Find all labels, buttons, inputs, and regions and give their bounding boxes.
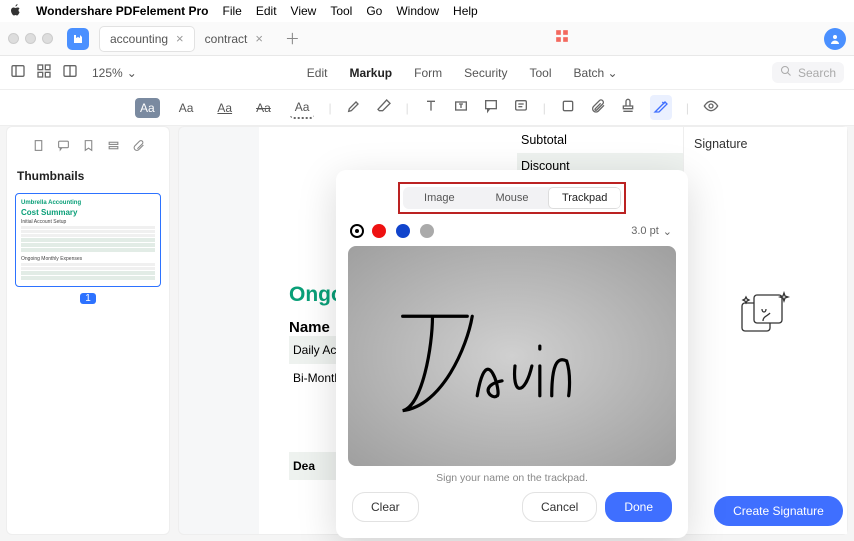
signature-panel-title: Signature (694, 137, 837, 151)
chevron-down-icon: ⌄ (608, 66, 618, 80)
strike-tool[interactable]: Aa (251, 98, 276, 118)
note-icon[interactable] (513, 98, 529, 117)
signature-stroke (348, 246, 676, 466)
color-red[interactable] (372, 224, 386, 238)
chevron-down-icon: ⌄ (127, 66, 137, 80)
search-icon (780, 65, 792, 80)
color-grey[interactable] (420, 224, 434, 238)
stamp-icon[interactable] (620, 98, 636, 117)
signature-illustration-icon (736, 291, 796, 336)
callout-icon[interactable] (483, 98, 499, 117)
menu-help[interactable]: Help (453, 4, 478, 18)
comment-icon[interactable] (57, 139, 70, 157)
menu-view[interactable]: View (291, 4, 317, 18)
tab-label: contract (205, 32, 248, 46)
zoom-value: 125% (92, 66, 123, 80)
mac-menubar: Wondershare PDFelement Pro File Edit Vie… (0, 0, 854, 22)
chevron-down-icon: ⌄ (663, 225, 672, 238)
search-input[interactable]: Search (772, 62, 844, 83)
stroke-width-select[interactable]: 3.0 pt⌄ (631, 225, 672, 238)
menu-form[interactable]: Form (414, 66, 442, 80)
zoom-select[interactable]: 125% ⌄ (92, 66, 137, 80)
hide-annotations-icon[interactable] (703, 98, 719, 117)
app-logo-icon[interactable] (67, 28, 89, 50)
menu-markup[interactable]: Markup (349, 66, 392, 80)
seg-mouse[interactable]: Mouse (476, 187, 549, 209)
tab-label: accounting (110, 32, 168, 46)
sidebar: Thumbnails Umbrella Accounting Cost Summ… (6, 126, 170, 535)
color-black[interactable] (352, 226, 362, 236)
page-thumbnail[interactable]: Umbrella Accounting Cost Summary Initial… (15, 193, 161, 287)
tab-contract[interactable]: contract × (195, 26, 273, 52)
menu-tool[interactable]: Tool (330, 4, 352, 18)
menu-batch[interactable]: Batch ⌄ (574, 66, 618, 80)
text-tool-icon[interactable] (423, 98, 439, 117)
thumbnails-icon[interactable] (36, 63, 52, 82)
sidebar-title: Thumbnails (17, 169, 161, 183)
toolbar-primary: 125% ⌄ Edit Markup Form Security Tool Ba… (0, 56, 854, 90)
highlighter-icon[interactable] (346, 98, 362, 117)
signature-canvas[interactable] (348, 246, 676, 466)
tab-accounting[interactable]: accounting × (99, 26, 195, 52)
titlebar: accounting × contract × ＋ (0, 22, 854, 56)
text-style-tool[interactable]: Aa (174, 98, 199, 118)
seg-image[interactable]: Image (403, 187, 476, 209)
search-placeholder: Search (798, 66, 836, 80)
signature-tool-icon[interactable] (650, 95, 672, 120)
app-name: Wondershare PDFelement Pro (36, 4, 209, 18)
signature-color-row: 3.0 pt⌄ (348, 224, 676, 246)
page-icon[interactable] (32, 139, 45, 157)
menu-window[interactable]: Window (396, 4, 439, 18)
cancel-button[interactable]: Cancel (522, 492, 597, 522)
toolbar-markup: Aa Aa Aa Aa Aa | | | | (0, 90, 854, 126)
apple-icon[interactable] (10, 4, 22, 19)
menu-file[interactable]: File (223, 4, 242, 18)
columns-icon[interactable] (62, 63, 78, 82)
signature-source-seg[interactable]: Image Mouse Trackpad (403, 187, 621, 209)
shape-icon[interactable] (560, 98, 576, 117)
create-signature-button[interactable]: Create Signature (714, 496, 843, 526)
menu-go[interactable]: Go (366, 4, 382, 18)
layers-icon[interactable] (107, 139, 120, 157)
clear-button[interactable]: Clear (352, 492, 419, 522)
clip-icon[interactable] (132, 139, 145, 157)
menu-security[interactable]: Security (464, 66, 507, 80)
menu-edit[interactable]: Edit (256, 4, 277, 18)
textbox-icon[interactable] (453, 98, 469, 117)
squiggly-tool[interactable]: Aa (290, 97, 315, 119)
menu-tool[interactable]: Tool (530, 66, 552, 80)
subtotal-label: Subtotal (521, 133, 567, 147)
page-number: 1 (80, 293, 96, 304)
user-avatar[interactable] (824, 28, 846, 50)
segmented-control-highlight: Image Mouse Trackpad (398, 182, 626, 214)
menu-edit[interactable]: Edit (307, 66, 328, 80)
seg-trackpad[interactable]: Trackpad (548, 187, 621, 209)
new-tab-button[interactable]: ＋ (273, 28, 312, 49)
signature-panel: Signature Create Signature (683, 127, 847, 534)
color-blue[interactable] (396, 224, 410, 238)
window-controls[interactable] (8, 33, 53, 44)
underline-tool[interactable]: Aa (212, 98, 237, 118)
highlight-text-tool[interactable]: Aa (135, 98, 160, 118)
attachment-icon[interactable] (590, 98, 606, 117)
signature-modal: Image Mouse Trackpad 3.0 pt⌄ Sign your n… (336, 170, 688, 538)
sidebar-toggle-icon[interactable] (10, 63, 26, 82)
bookmark-icon[interactable] (82, 139, 95, 157)
signature-hint: Sign your name on the trackpad. (348, 472, 676, 484)
close-icon[interactable]: × (176, 31, 184, 46)
grid-icon[interactable] (555, 29, 569, 48)
eraser-icon[interactable] (376, 98, 392, 117)
close-icon[interactable]: × (255, 31, 263, 46)
done-button[interactable]: Done (605, 492, 672, 522)
